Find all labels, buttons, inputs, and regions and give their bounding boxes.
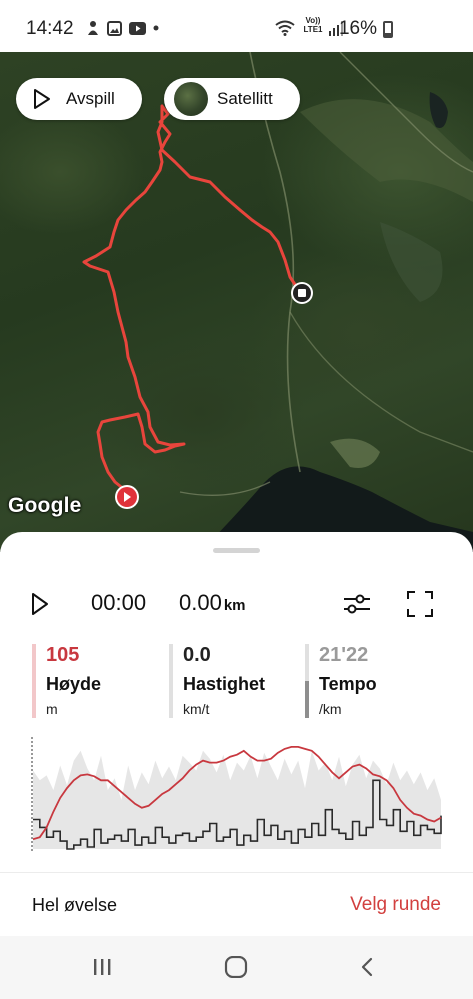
height-unit: m	[46, 701, 58, 717]
notification-icon	[88, 21, 98, 35]
pace-label: Tempo	[319, 674, 377, 694]
speed-unit: km/t	[183, 701, 210, 717]
route-map[interactable]: Avspill Satellitt Google	[0, 52, 473, 552]
stat-pace[interactable]: 21'22 Tempo /km	[305, 644, 377, 718]
pace-level-bar	[305, 681, 309, 718]
playback-label: Avspill	[66, 89, 115, 108]
stat-speed[interactable]: 0.0 Hastighet km/t	[169, 644, 265, 718]
system-nav-bar	[0, 936, 473, 999]
fullscreen-icon[interactable]	[406, 590, 434, 618]
playback-button[interactable]: Avspill	[16, 78, 142, 120]
height-value: 105	[46, 644, 80, 666]
battery-icon	[383, 21, 393, 38]
playback-controls: 00:00 0.00 km	[0, 587, 473, 623]
speed-label: Hastighet	[183, 674, 266, 694]
play-icon[interactable]	[30, 592, 50, 616]
status-time: 14:42	[26, 18, 74, 39]
satellite-button[interactable]: Satellitt	[164, 78, 300, 120]
playback-time: 00:00	[91, 590, 147, 615]
bottom-sheet: 00:00 0.00 km 105 Høyde m 0.0 Hastighet k…	[0, 532, 473, 872]
map-provider-logo: Google	[8, 494, 82, 517]
dot-icon	[153, 25, 159, 31]
map-terrain	[82, 52, 473, 552]
height-label: Høyde	[46, 674, 102, 694]
network-label: Vo)) LTE1	[303, 16, 323, 34]
playback-distance: 0.00 km	[179, 590, 246, 616]
stat-height[interactable]: 105 Høyde m	[32, 644, 101, 718]
wifi-icon	[275, 20, 295, 36]
home-icon[interactable]	[224, 956, 248, 978]
whole-exercise-label[interactable]: Hel øvelse	[32, 895, 117, 916]
play-icon	[34, 89, 50, 109]
youtube-icon	[129, 21, 146, 35]
distance-value: 0.00	[179, 590, 222, 615]
gallery-icon	[107, 20, 122, 36]
battery-percent: 16%	[338, 18, 377, 39]
back-icon[interactable]	[360, 957, 374, 977]
satellite-thumbnail-icon	[174, 82, 208, 116]
pace-value: 21'22	[319, 644, 369, 666]
recent-apps-icon[interactable]	[92, 958, 112, 976]
sheet-drag-handle[interactable]	[213, 548, 260, 553]
notification-icons	[86, 20, 159, 36]
satellite-label: Satellitt	[217, 89, 273, 108]
lap-selector-row: Hel øvelse Velg runde	[0, 872, 473, 936]
pace-unit: /km	[319, 701, 342, 717]
filter-sliders-icon[interactable]	[342, 592, 372, 616]
speed-value: 0.0	[183, 644, 211, 666]
start-marker-icon	[115, 485, 139, 509]
route-line	[82, 104, 302, 498]
status-bar: 14:42 Vo)) LTE1 16%	[0, 0, 473, 52]
select-lap-button[interactable]: Velg runde	[350, 894, 441, 916]
distance-unit: km	[223, 597, 246, 614]
activity-chart[interactable]	[30, 737, 442, 853]
end-marker-icon	[291, 282, 313, 304]
